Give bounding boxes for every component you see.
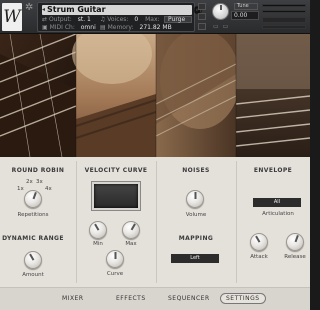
memory-row: ▤ Memory: 271.82 MB <box>100 24 172 31</box>
rr-option-4x[interactable]: 4x <box>45 186 52 192</box>
midi-icon: ▣ <box>42 24 50 31</box>
aux-icon[interactable]: ▭ <box>213 23 220 30</box>
meter-left <box>262 4 306 7</box>
tab-effects[interactable]: EFFECTS <box>116 295 146 302</box>
repetitions-knob[interactable] <box>24 190 42 208</box>
instrument-name: Strum Guitar <box>47 5 106 14</box>
max-label: Max <box>125 241 137 247</box>
velocity-curve-title: VELOCITY CURVE <box>84 167 148 174</box>
guitar-photo-banner <box>0 34 310 157</box>
output-icon: ⇄ <box>42 16 49 23</box>
gear-icon[interactable]: ✲ <box>25 2 36 13</box>
dynamic-range-knob[interactable] <box>24 251 42 269</box>
tune-knob[interactable] <box>212 3 229 20</box>
velocity-curve-display <box>91 181 141 211</box>
purge-label: Purge <box>168 16 186 23</box>
output-label: Output: <box>48 16 72 23</box>
voices-label: Voices: <box>107 16 129 23</box>
dynamic-range-title: DYNAMIC RANGE <box>2 235 64 242</box>
instrument-info-panel: ◂ Strum Guitar ◘ ⓘ ⇄ Output: st. 1 ♫ Voic… <box>37 2 202 32</box>
amount-label: Amount <box>22 272 44 278</box>
rr-option-3x[interactable]: 3x <box>36 179 43 185</box>
rr-option-1x[interactable]: 1x <box>17 186 24 192</box>
output-value[interactable]: st. 1 <box>78 16 91 23</box>
release-knob[interactable] <box>286 233 304 251</box>
tune-value-field[interactable]: 0.00 <box>231 11 259 20</box>
voices-value: 0 <box>134 16 139 23</box>
articulation-label: Articulation <box>262 211 294 217</box>
midi-label: MIDI Ch: <box>49 24 75 31</box>
meter-right <box>262 10 306 13</box>
attack-label: Attack <box>250 254 268 260</box>
library-logo[interactable]: W <box>2 3 22 31</box>
memory-icon: ▤ <box>100 24 108 31</box>
column-divider <box>156 161 157 283</box>
tab-sequencer[interactable]: SEQUENCER <box>168 295 210 302</box>
tab-mixer[interactable]: MIXER <box>62 295 84 302</box>
velocity-curve-knob[interactable] <box>106 250 124 268</box>
tune-label: Tune <box>237 3 249 9</box>
envelope-title: ENVELOPE <box>253 167 293 174</box>
level-meters <box>262 2 308 32</box>
output-row: ⇄ Output: st. 1 <box>42 16 91 23</box>
volume-slider[interactable] <box>262 17 306 23</box>
velocity-max-knob[interactable] <box>122 221 140 239</box>
velocity-min-knob[interactable] <box>89 221 107 239</box>
column-divider <box>76 161 77 283</box>
column-divider <box>236 161 237 283</box>
purge-button[interactable]: Purge <box>164 16 192 23</box>
bottom-navigation: MIXER EFFECTS SEQUENCER SETTINGS <box>0 287 310 310</box>
pan-slider[interactable] <box>262 25 306 29</box>
memory-label: Memory: <box>107 24 134 31</box>
mapping-select[interactable]: Left <box>171 254 219 263</box>
settings-panel: ROUND ROBIN 1x 2x 3x 4x Repetitions DYNA… <box>0 157 310 287</box>
memory-value: 271.82 MB <box>139 24 172 31</box>
min-label: Min <box>93 241 103 247</box>
solo-button[interactable] <box>198 13 206 20</box>
pv-icon[interactable]: ▭ <box>223 23 230 30</box>
volume-label: Volume <box>185 212 207 218</box>
round-robin-title: ROUND ROBIN <box>11 167 65 174</box>
noises-volume-knob[interactable] <box>186 190 204 208</box>
repetitions-label: Repetitions <box>17 212 49 218</box>
rr-option-2x[interactable]: 2x <box>26 179 33 185</box>
aux-pv-buttons: ▭ ▭ <box>213 23 229 30</box>
mute-button[interactable] <box>198 23 206 30</box>
max-label: Max: <box>145 16 160 23</box>
midi-row: ▣ MIDI Ch: omni <box>42 24 96 31</box>
instrument-header: W ✲ ◂ Strum Guitar ◘ ⓘ ⇄ Output: st. 1 ♫ … <box>0 0 310 34</box>
midi-value[interactable]: omni <box>81 24 96 31</box>
curve-label: Curve <box>106 271 124 277</box>
noises-title: NOISES <box>182 167 210 174</box>
attack-knob[interactable] <box>250 233 268 251</box>
close-instrument-button[interactable] <box>198 3 206 10</box>
guitar-photo <box>0 34 310 157</box>
tab-settings[interactable]: SETTINGS <box>220 293 266 304</box>
instrument-name-field[interactable]: ◂ Strum Guitar ◘ ⓘ <box>42 5 202 15</box>
release-label: Release <box>284 254 306 260</box>
tune-label-box: Tune <box>234 3 258 10</box>
articulation-select[interactable]: All <box>253 198 301 207</box>
tune-value: 0.00 <box>234 12 248 19</box>
mapping-title: MAPPING <box>178 235 214 242</box>
